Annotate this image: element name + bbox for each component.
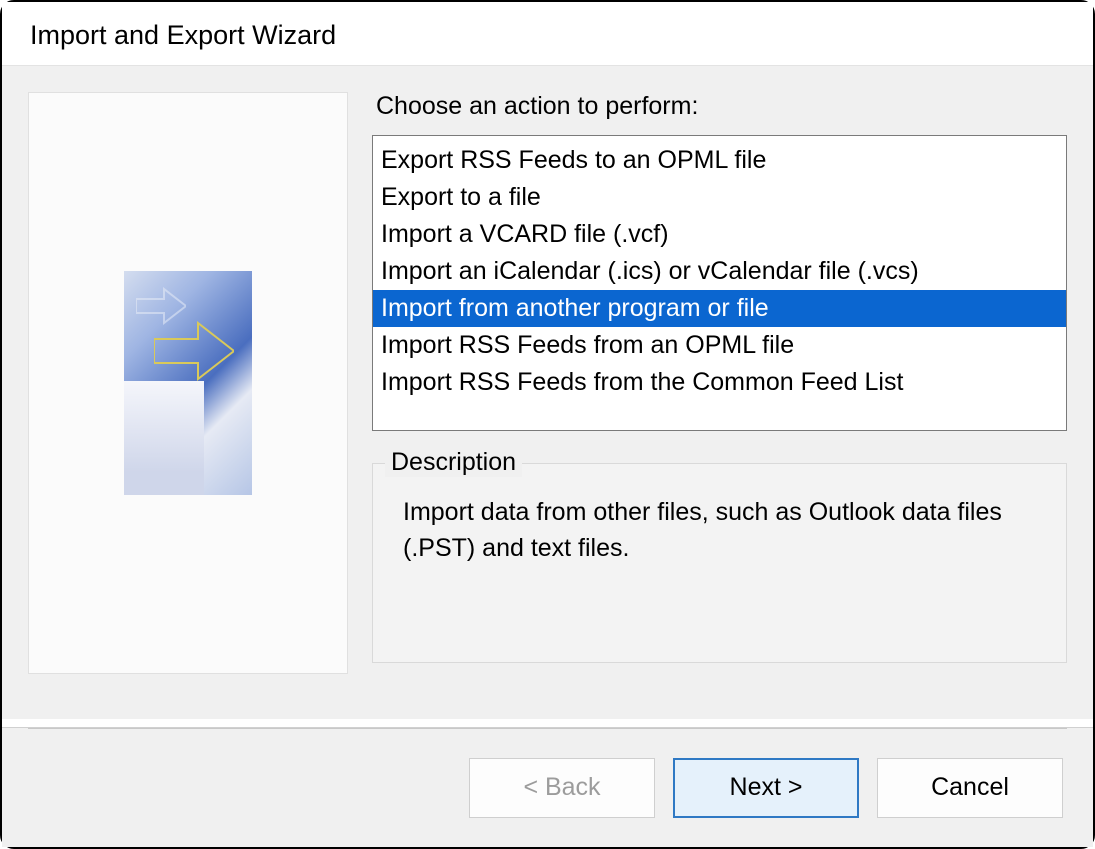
listbox-item[interactable]: Export RSS Feeds to an OPML file (373, 142, 1066, 179)
listbox-item[interactable]: Export to a file (373, 179, 1066, 216)
wizard-content: Choose an action to perform: Export RSS … (2, 65, 1093, 719)
description-text: Import data from other files, such as Ou… (403, 494, 1040, 567)
listbox-item[interactable]: Import a VCARD file (.vcf) (373, 216, 1066, 253)
window-title: Import and Export Wizard (2, 2, 1093, 65)
wizard-right-panel: Choose an action to perform: Export RSS … (372, 92, 1067, 719)
listbox-item[interactable]: Import RSS Feeds from an OPML file (373, 327, 1066, 364)
wizard-image-panel (28, 92, 348, 674)
listbox-item[interactable]: Import an iCalendar (.ics) or vCalendar … (373, 253, 1066, 290)
next-button[interactable]: Next > (673, 758, 859, 818)
wizard-art-icon (124, 271, 252, 495)
back-button[interactable]: < Back (469, 758, 655, 818)
action-listbox[interactable]: Export RSS Feeds to an OPML fileExport t… (372, 135, 1067, 431)
listbox-item[interactable]: Import from another program or file (373, 290, 1066, 327)
description-legend: Description (385, 448, 522, 477)
wizard-button-row: < Back Next > Cancel (2, 727, 1093, 847)
action-prompt-label: Choose an action to perform: (372, 92, 1067, 121)
button-row-divider (28, 728, 1067, 729)
listbox-item[interactable]: Import RSS Feeds from the Common Feed Li… (373, 364, 1066, 401)
description-group: Description Import data from other files… (372, 463, 1067, 663)
cancel-button[interactable]: Cancel (877, 758, 1063, 818)
